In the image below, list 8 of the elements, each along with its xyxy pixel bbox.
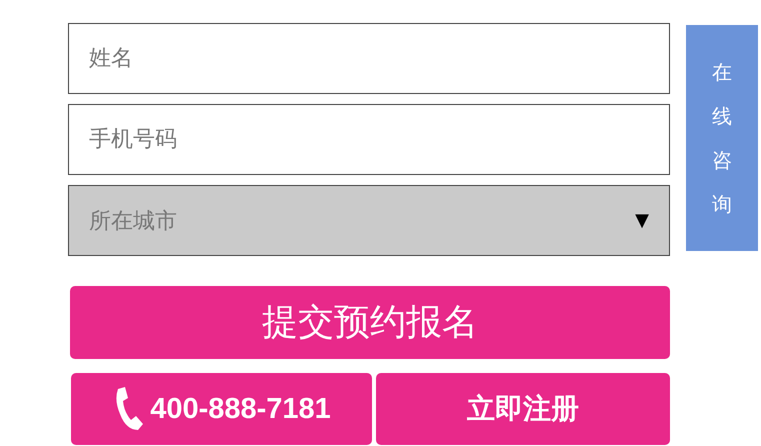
city-dropdown[interactable]: 所在城市 ▼	[68, 185, 670, 256]
text-field[interactable]: 手机号码	[68, 104, 670, 175]
text-field[interactable]: 姓名	[68, 23, 670, 94]
hotline-button[interactable]: 400-888-7181	[71, 373, 372, 445]
register-button[interactable]: 立即注册	[376, 373, 670, 445]
online-consult-button[interactable]: 在线咨询	[686, 25, 758, 251]
submit-button[interactable]: 提交预约报名	[70, 286, 670, 359]
dropdown-arrow-icon: ▼	[635, 210, 649, 231]
